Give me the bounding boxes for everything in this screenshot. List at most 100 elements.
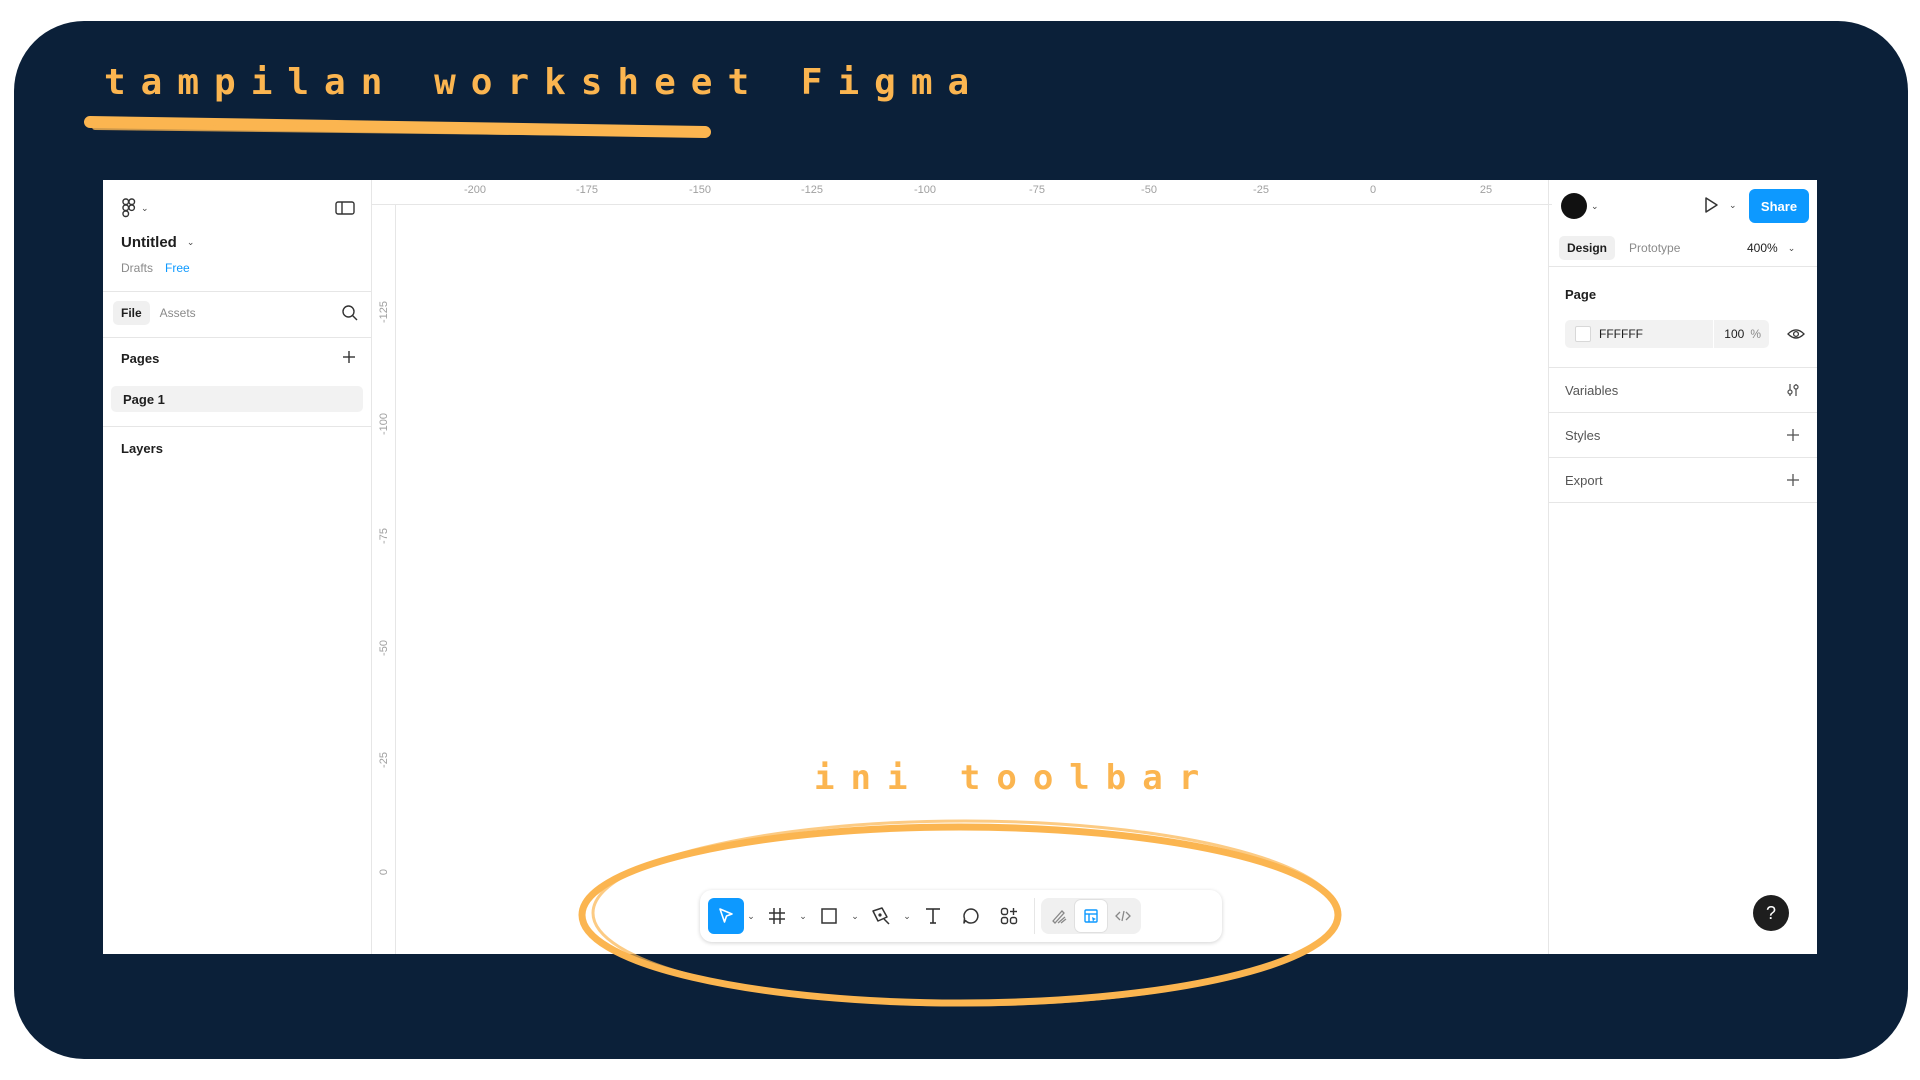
divider	[1549, 412, 1817, 413]
shape-tool-menu[interactable]: ⌄	[848, 898, 862, 934]
adjust-icon	[1787, 384, 1799, 396]
search-icon	[342, 305, 358, 321]
move-tool-button[interactable]	[708, 898, 744, 934]
ruler-tick: -100	[913, 184, 937, 196]
share-button[interactable]: Share	[1749, 189, 1809, 223]
tab-file[interactable]: File	[113, 301, 150, 325]
draw-mode-icon	[1052, 910, 1067, 924]
visibility-toggle[interactable]	[1787, 326, 1805, 342]
tab-design[interactable]: Design	[1559, 236, 1616, 260]
export-label: Export	[1565, 472, 1603, 488]
chevron-down-icon: ⌄	[903, 910, 911, 921]
ruler-tick: -200	[463, 184, 487, 196]
design-mode-icon	[1084, 909, 1098, 923]
add-page-button[interactable]	[341, 349, 357, 365]
move-tool-menu[interactable]: ⌄	[744, 898, 758, 934]
figma-logo-icon	[122, 198, 136, 218]
ruler-tick: -150	[688, 184, 712, 196]
plus-icon	[1787, 429, 1799, 441]
dev-mode-button[interactable]	[1107, 900, 1139, 932]
shape-tool-button[interactable]	[810, 898, 848, 934]
divider	[103, 426, 371, 427]
page-color-field[interactable]: FFFFFF 100 %	[1565, 320, 1769, 348]
chevron-down-icon: ⌄	[851, 910, 859, 921]
ruler-tick: -100	[378, 412, 390, 436]
actions-button[interactable]	[990, 898, 1028, 934]
avatar	[1561, 193, 1587, 219]
divider	[1549, 457, 1817, 458]
ruler-tick: -75	[378, 528, 390, 544]
dev-mode-icon	[1115, 910, 1131, 922]
ruler-tick: -125	[378, 300, 390, 324]
page-color-hex[interactable]: FFFFFF	[1599, 327, 1643, 341]
frame-tool-menu[interactable]: ⌄	[796, 898, 810, 934]
layers-heading: Layers	[121, 441, 163, 456]
toolbar-divider	[1034, 898, 1035, 934]
plan-badge[interactable]: Free	[165, 261, 190, 275]
zoom-menu[interactable]: 400% ⌄	[1747, 241, 1795, 255]
sidebar-toggle-icon	[335, 201, 355, 215]
pen-tool-button[interactable]	[862, 898, 900, 934]
page-opacity[interactable]: 100	[1724, 327, 1744, 341]
pages-heading: Pages	[121, 351, 160, 366]
tab-prototype[interactable]: Prototype	[1629, 241, 1680, 255]
main-menu-button[interactable]: ⌄	[121, 198, 149, 218]
ruler-tick: -175	[575, 184, 599, 196]
field-divider	[1713, 320, 1715, 348]
mode-switcher	[1041, 898, 1141, 934]
comment-icon	[963, 908, 979, 924]
actions-icon	[1000, 907, 1018, 925]
export-section[interactable]: Export	[1565, 467, 1801, 493]
tab-assets[interactable]: Assets	[160, 306, 196, 320]
right-panel: ⌄ ⌄ Share Design Prototype 400% ⌄ Page F…	[1548, 180, 1817, 954]
chevron-down-icon: ⌄	[186, 237, 195, 247]
divider	[103, 291, 371, 292]
search-button[interactable]	[341, 304, 359, 322]
chevron-down-icon: ⌄	[747, 910, 755, 921]
file-location: Drafts Free	[121, 261, 190, 275]
toggle-sidebar-button[interactable]	[335, 200, 355, 216]
file-name-button[interactable]: Untitled ⌄	[121, 234, 194, 251]
divider	[1549, 367, 1817, 368]
plus-icon	[1787, 474, 1799, 486]
text-tool-button[interactable]	[914, 898, 952, 934]
draw-mode-button[interactable]	[1043, 900, 1075, 932]
left-ruler: -125 -100 -75 -50 -25 0	[371, 204, 396, 954]
pen-tool-menu[interactable]: ⌄	[900, 898, 914, 934]
right-tabs: Design Prototype	[1559, 236, 1680, 260]
annotation-title: tampilan worksheet Figma	[104, 62, 985, 103]
chevron-down-icon: ⌄	[1787, 242, 1796, 253]
chevron-down-icon: ⌄	[1729, 199, 1737, 210]
play-icon	[1705, 197, 1718, 213]
design-mode-button[interactable]	[1075, 900, 1107, 932]
bottom-toolbar: ⌄ ⌄ ⌄ ⌄	[700, 890, 1222, 942]
drafts-link[interactable]: Drafts	[121, 261, 153, 275]
top-ruler: -200 -175 -150 -125 -100 -75 -50 -25 0 2…	[371, 180, 1552, 205]
frame-tool-button[interactable]	[758, 898, 796, 934]
toolbar-annotation: ini toolbar	[814, 758, 1216, 798]
rectangle-icon	[821, 908, 837, 924]
color-swatch[interactable]	[1575, 326, 1591, 342]
ruler-tick: -50	[378, 640, 390, 656]
figma-window: ⌄ Untitled ⌄ Drafts Free File Assets Pag…	[103, 180, 1817, 954]
ruler-tick: -125	[800, 184, 824, 196]
styles-section[interactable]: Styles	[1565, 422, 1801, 448]
comment-tool-button[interactable]	[952, 898, 990, 934]
present-button[interactable]: ⌄	[1701, 195, 1737, 215]
page-item-page-1[interactable]: Page 1	[111, 386, 363, 412]
move-icon	[719, 908, 733, 923]
eye-icon	[1787, 329, 1805, 339]
ruler-tick: 0	[378, 868, 390, 876]
user-menu[interactable]: ⌄	[1561, 193, 1599, 219]
chevron-down-icon: ⌄	[799, 910, 807, 921]
canvas[interactable]	[371, 180, 1552, 954]
chevron-down-icon: ⌄	[141, 202, 149, 213]
divider	[1549, 502, 1817, 503]
variables-label: Variables	[1565, 382, 1619, 398]
divider	[1549, 266, 1817, 267]
ruler-tick: 0	[1369, 184, 1377, 196]
left-panel: ⌄ Untitled ⌄ Drafts Free File Assets Pag…	[103, 180, 372, 954]
variables-section[interactable]: Variables	[1565, 377, 1801, 403]
frame-icon	[769, 908, 785, 924]
plus-icon	[343, 351, 355, 363]
